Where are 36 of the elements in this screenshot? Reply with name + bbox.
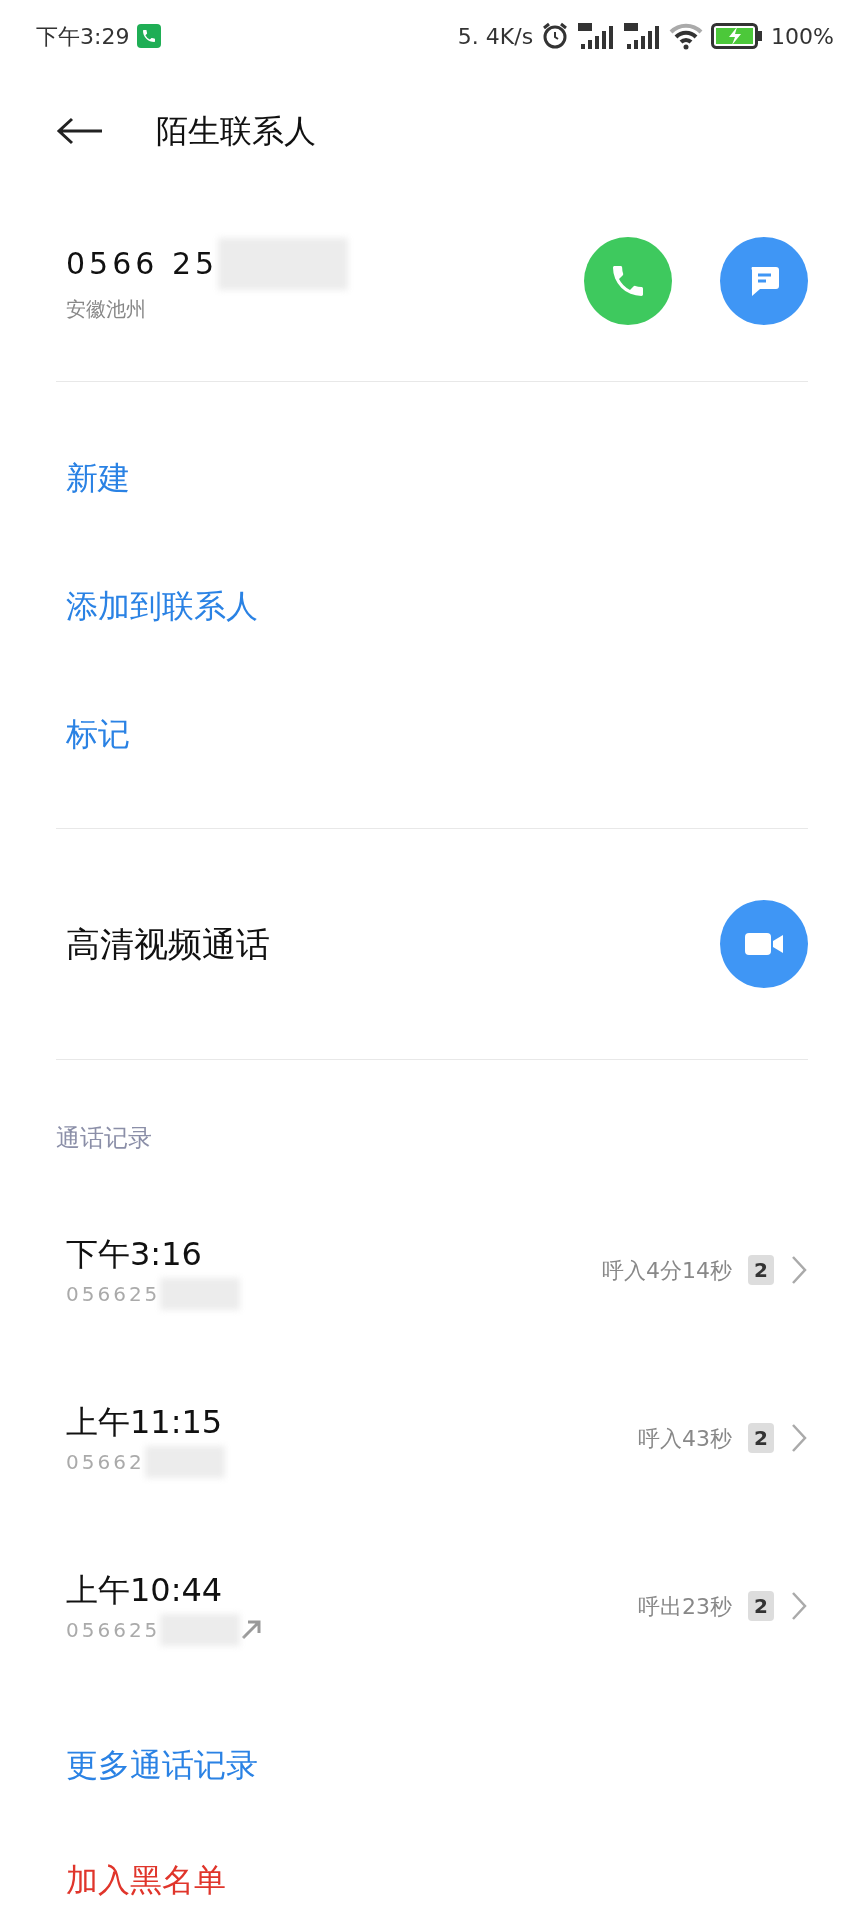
call-detail: 呼入43秒: [638, 1424, 733, 1453]
sim-badge: 2: [748, 1591, 774, 1621]
chevron-right-icon[interactable]: [790, 1590, 808, 1622]
blacklist-link[interactable]: 加入黑名单: [66, 1856, 226, 1904]
call-time: 上午11:15: [66, 1402, 224, 1443]
more-calls-link[interactable]: 更多通话记录: [66, 1741, 258, 1789]
network-speed: 5. 4K/s: [457, 22, 534, 51]
signal-icon: [623, 22, 662, 50]
video-call-label: 高清视频通话: [66, 922, 270, 966]
action-link[interactable]: 标记: [66, 710, 130, 758]
battery-percent: 100%: [771, 22, 834, 51]
location-text: 安徽池州: [66, 295, 147, 323]
call-time: 上午10:44: [66, 1570, 224, 1611]
signal-icon: [577, 22, 616, 50]
sim-badge: 2: [748, 1255, 774, 1285]
outgoing-arrow-icon: [240, 1619, 263, 1641]
call-detail: 呼入4分14秒: [602, 1256, 733, 1285]
status-time: 下午3:29: [36, 22, 130, 51]
call-number: 056625: [66, 1281, 161, 1308]
call-number: 056625: [66, 1617, 161, 1644]
chevron-right-icon[interactable]: [790, 1254, 808, 1286]
wifi-icon: [669, 22, 704, 50]
call-status-icon: [137, 24, 162, 48]
call-time: 下午3:16: [66, 1234, 203, 1275]
call-number: 05662: [66, 1449, 145, 1476]
alarm-icon: [541, 22, 570, 50]
action-link[interactable]: 添加到联系人: [66, 582, 258, 630]
back-button[interactable]: [56, 116, 104, 146]
page-title: 陌生联系人: [156, 111, 316, 152]
phone-number: 0566 25: [66, 245, 219, 283]
battery-icon: [711, 23, 764, 49]
call-detail: 呼出23秒: [638, 1592, 733, 1621]
sim-badge: 2: [748, 1423, 774, 1453]
section-title: 通话记录: [56, 1124, 152, 1152]
chevron-right-icon[interactable]: [790, 1422, 808, 1454]
action-link[interactable]: 新建: [66, 454, 130, 502]
